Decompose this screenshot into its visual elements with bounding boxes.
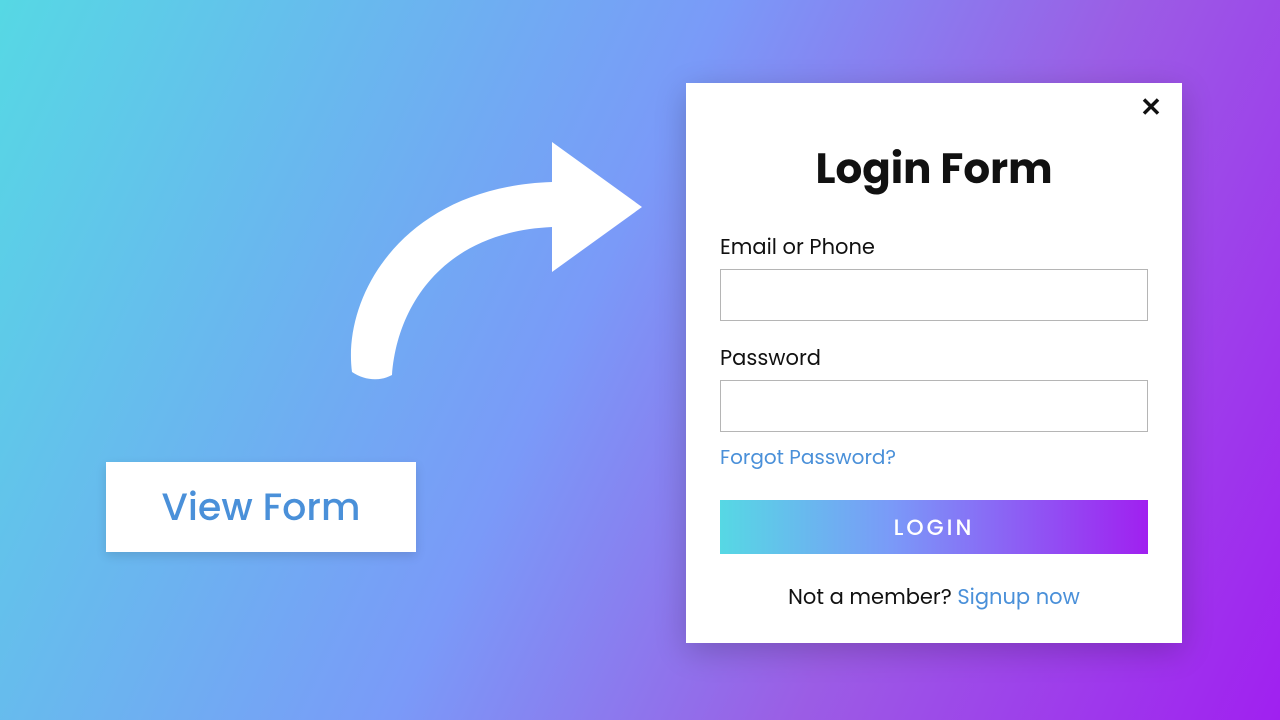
close-icon[interactable]: ✕ bbox=[1136, 93, 1166, 123]
signup-row: Not a member? Signup now bbox=[720, 582, 1148, 613]
view-form-button[interactable]: View Form bbox=[106, 462, 416, 552]
modal-title: Login Form bbox=[720, 137, 1148, 200]
password-field[interactable] bbox=[720, 380, 1148, 432]
arrow-decoration bbox=[292, 117, 662, 397]
email-field[interactable] bbox=[720, 269, 1148, 321]
email-group: Email or Phone bbox=[720, 232, 1148, 343]
forgot-password-link[interactable]: Forgot Password? bbox=[720, 442, 896, 472]
signup-prefix: Not a member? bbox=[788, 583, 957, 612]
login-modal: ✕ Login Form Email or Phone Password For… bbox=[686, 83, 1182, 643]
password-label: Password bbox=[720, 343, 1148, 374]
signup-link[interactable]: Signup now bbox=[957, 583, 1079, 612]
password-group: Password bbox=[720, 343, 1148, 442]
email-label: Email or Phone bbox=[720, 232, 1148, 263]
login-button[interactable]: LOGIN bbox=[720, 500, 1148, 554]
